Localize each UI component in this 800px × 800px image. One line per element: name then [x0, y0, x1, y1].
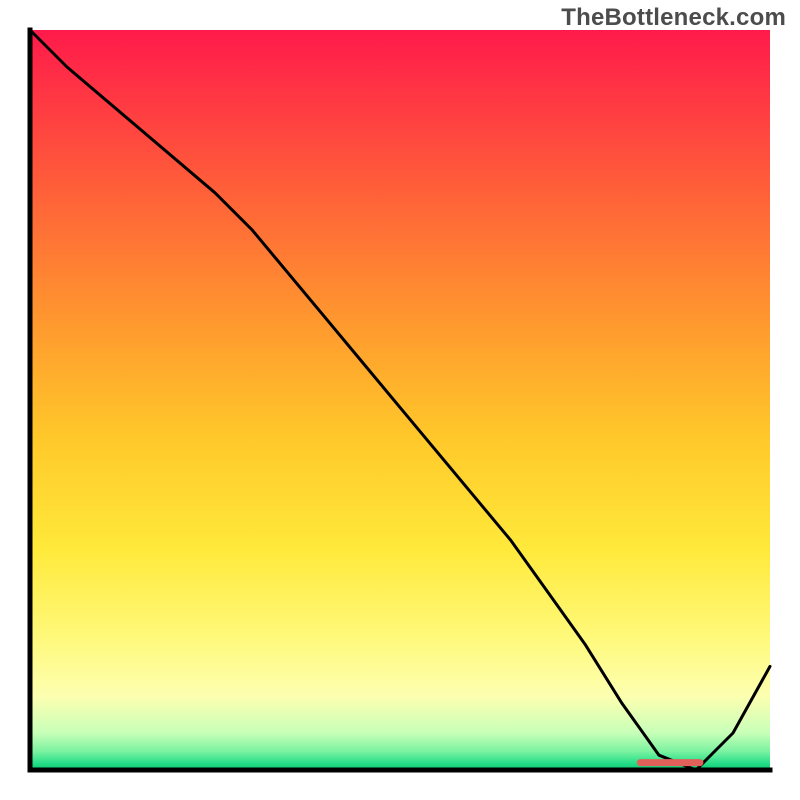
optimal-marker [637, 759, 704, 766]
chart-svg [0, 0, 800, 800]
chart-root: TheBottleneck.com [0, 0, 800, 800]
watermark-text: TheBottleneck.com [561, 4, 786, 32]
plot-background [30, 30, 770, 770]
